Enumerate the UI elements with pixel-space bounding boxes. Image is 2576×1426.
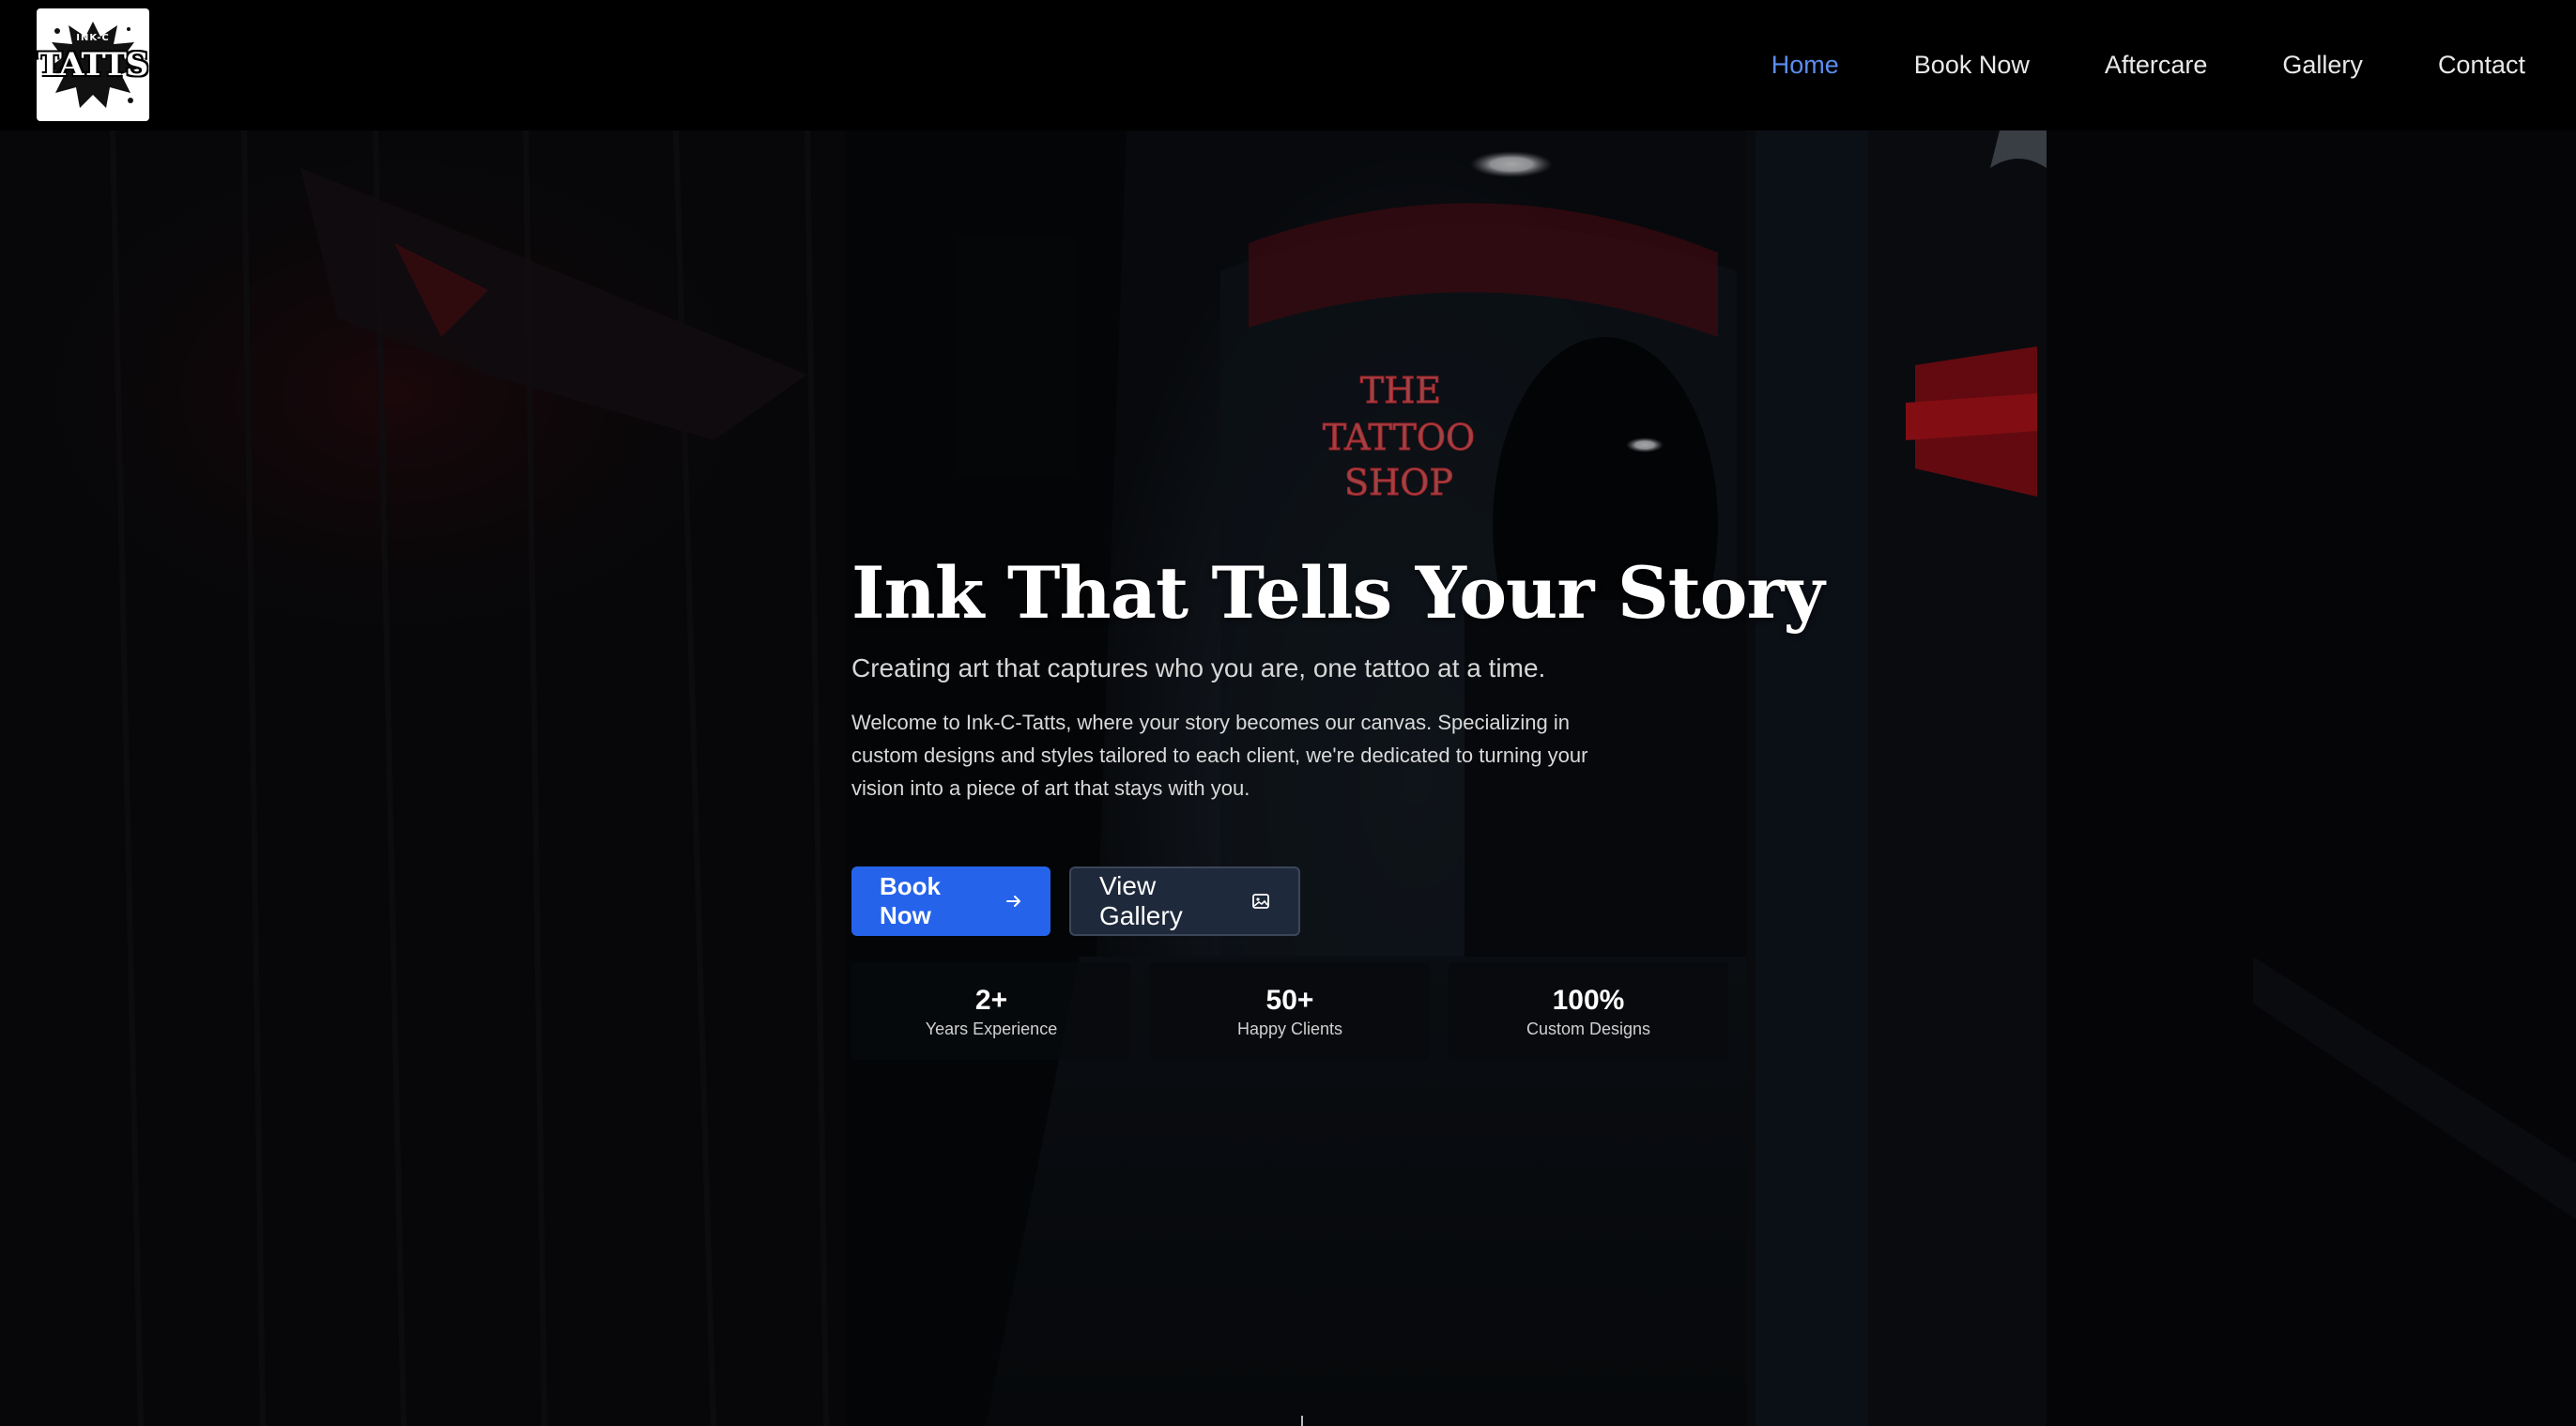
logo-small-text: INK-C [76,33,110,43]
logo-text: TATTS [38,46,149,84]
hero-stats: 2+ Years Experience 50+ Happy Clients 10… [851,962,1728,1060]
main-nav: Home Book Now Aftercare Gallery Contact [1771,0,2525,130]
view-gallery-button[interactable]: View Gallery [1069,866,1300,936]
site-logo[interactable]: INK-C TATTS [37,8,149,121]
hero-buttons: Book Now View Gallery [851,866,1300,936]
stat-label: Happy Clients [1236,1019,1343,1038]
book-now-button[interactable]: Book Now [851,866,1050,936]
nav-gallery[interactable]: Gallery [2282,51,2363,80]
scroll-indicator[interactable] [1301,1416,1303,1426]
site-header: INK-C TATTS Home Book Now Aftercare Gall… [0,0,2576,130]
hero-headline: Ink That Tells Your Story [851,551,1825,635]
stat-card: 50+ Happy Clients [1150,962,1430,1060]
nav-aftercare[interactable]: Aftercare [2105,51,2208,80]
nav-home[interactable]: Home [1771,51,1839,80]
nav-book-now[interactable]: Book Now [1914,51,2030,80]
stat-card: 100% Custom Designs [1449,962,1728,1060]
view-gallery-button-label: View Gallery [1099,871,1183,930]
hero-intro: Welcome to Ink-C-Tatts, where your story… [851,711,1588,800]
logo-mark: INK-C TATTS [38,16,148,114]
image-icon [1252,894,1269,909]
hero-tagline: Creating art that captures who you are, … [851,653,1546,682]
stat-card: 2+ Years Experience [851,962,1131,1060]
stat-label: Custom Designs [1526,1019,1651,1038]
stat-value: 2+ [974,984,1008,1016]
stat-value: 100% [1552,984,1625,1016]
hero-content: Ink That Tells Your Story Creating art t… [851,551,1825,1060]
page: THE TATTOO SHOP INK-C TATTS Home Book No… [0,0,2576,1426]
arrow-right-icon [1006,896,1020,907]
stat-label: Years Experience [925,1019,1058,1038]
nav-contact[interactable]: Contact [2438,51,2525,80]
book-now-button-label: Book Now [880,872,941,929]
stat-value: 50+ [1265,984,1314,1016]
